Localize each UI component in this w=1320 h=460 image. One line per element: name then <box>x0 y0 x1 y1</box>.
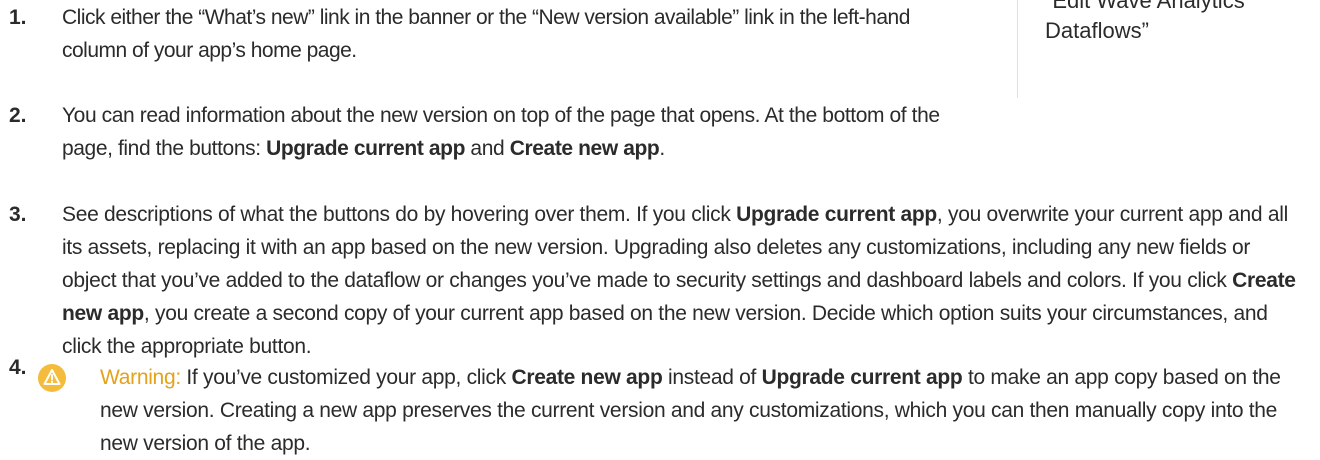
step-text-segment: . <box>659 137 665 160</box>
step-text: You can read information about the new v… <box>62 99 972 165</box>
create-new-app-label: Create new app <box>511 366 663 389</box>
related-topic-link[interactable]: “Edit Wave Analytics Dataflows” <box>1045 0 1285 46</box>
warning-label: Warning: <box>100 366 181 389</box>
step-text: Click either the “What’s new” link in th… <box>62 1 972 67</box>
upgrade-current-app-label: Upgrade current app <box>736 203 937 226</box>
upgrade-current-app-label: Upgrade current app <box>266 137 465 160</box>
step-number: 3. <box>9 203 27 226</box>
step-text-segment: If you’ve customized your app, click <box>180 366 512 389</box>
related-topic-link-line1: “Edit Wave Analytics <box>1045 0 1245 13</box>
step-text-segment: See descriptions of what the buttons do … <box>62 203 737 226</box>
step-text-segment: , you create a second copy of your curre… <box>62 302 1268 358</box>
related-topic-link-line2: Dataflows” <box>1045 18 1149 43</box>
warning-icon <box>38 364 66 392</box>
create-new-app-label: Create new app <box>509 137 660 160</box>
step-text-segment: and <box>465 137 510 160</box>
step-number: 2. <box>9 104 27 127</box>
upgrade-current-app-label: Upgrade current app <box>761 366 963 389</box>
step-text-segment: Click either the “What’s new” link in th… <box>62 6 910 62</box>
step-text: Warning: If you’ve customized your app, … <box>100 361 1310 460</box>
sidebar-divider <box>1017 0 1018 98</box>
step-number: 4. <box>9 356 27 379</box>
step-number: 1. <box>9 6 27 29</box>
step-text-segment: instead of <box>662 366 762 389</box>
step-text: See descriptions of what the buttons do … <box>62 198 1307 363</box>
